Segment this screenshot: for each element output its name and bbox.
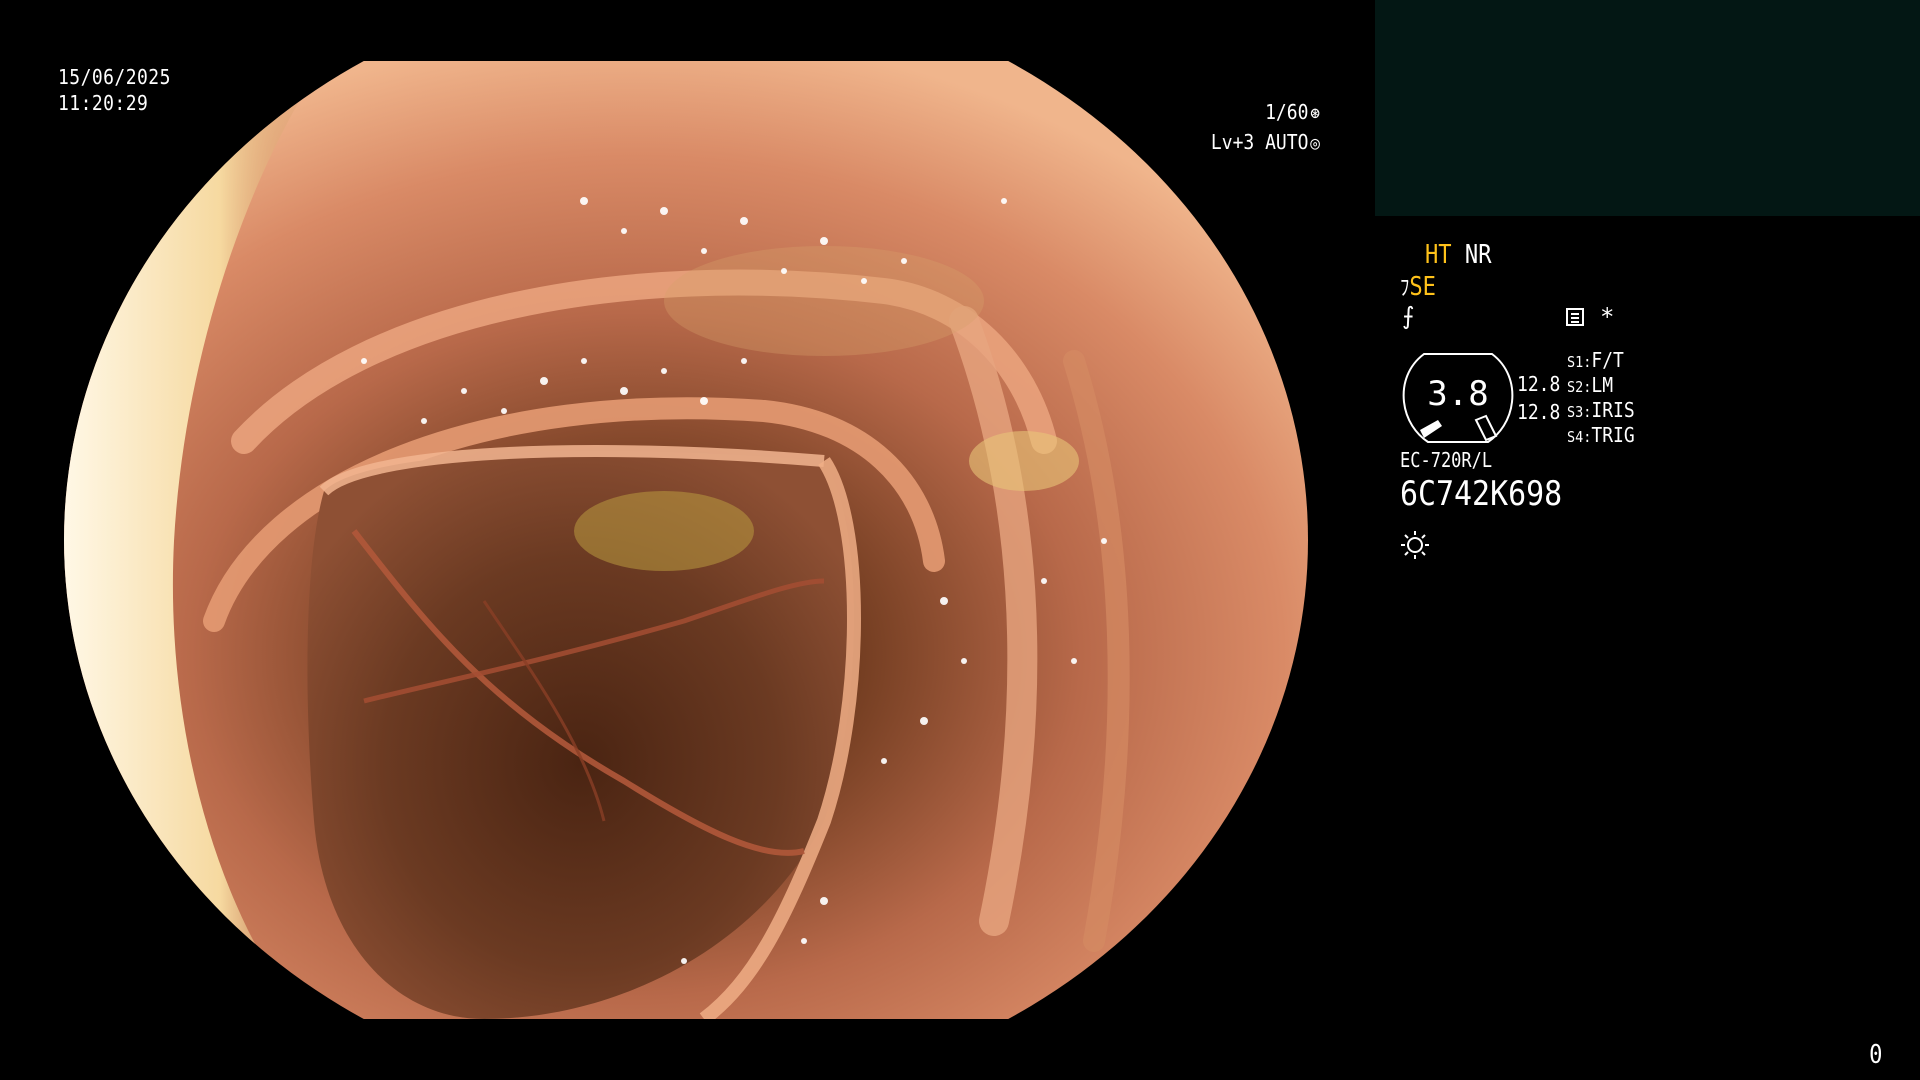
- mode-se-row: ﾌSE: [1400, 270, 1436, 302]
- image-counter: 0: [1869, 1040, 1883, 1070]
- status-panel: HT NR ﾌSE ⨍ * 3.8 12.8 12.8 S1:F/T S2:LM…: [1400, 240, 1860, 570]
- date-time: 15/06/2025 11:20:29: [58, 64, 171, 116]
- iris-icon: ◎: [1310, 133, 1320, 154]
- mode-ht: HT: [1425, 240, 1452, 270]
- secondary-panel: [1375, 0, 1920, 216]
- aperture-icon: ⊛: [1310, 103, 1320, 124]
- enhance-icon: ﾌ: [1400, 276, 1410, 301]
- mode-nr: NR: [1464, 240, 1492, 270]
- mode-se: SE: [1409, 272, 1436, 302]
- mode-ht-nr: HT NR: [1425, 240, 1492, 270]
- switch-s4: S4:TRIG: [1567, 423, 1635, 447]
- endoscope-image: [64, 61, 1308, 1019]
- brightness-level: Lv+3 AUTO: [1210, 130, 1309, 154]
- shutter-speed: 1/60: [1265, 100, 1309, 124]
- date-label: 15/06/2025: [58, 65, 171, 89]
- gauge-value: 3.8: [1427, 374, 1489, 414]
- scope-serial: 6C742K698: [1400, 474, 1563, 514]
- asterisk-mark: *: [1600, 303, 1615, 331]
- time-label: 11:20:29: [58, 91, 149, 115]
- switch-s3: S3:IRIS: [1567, 398, 1635, 422]
- scope-model: EC-720R/L: [1400, 448, 1493, 472]
- endoscopy-monitor: 15/06/2025 11:20:29 1/60⊛ Lv+3 AUTO◎ HT …: [0, 0, 1920, 1080]
- exposure-readout: 1/60⊛ Lv+3 AUTO◎: [1167, 98, 1320, 158]
- light-source-icon: [1401, 531, 1429, 559]
- switch-s1: S1:F/T: [1567, 348, 1624, 372]
- gauge-side-top: 12.8: [1517, 372, 1561, 396]
- menu-icon: [1566, 308, 1584, 326]
- color-mode-icon: ⨍: [1402, 302, 1415, 330]
- switch-s2: S2:LM: [1567, 373, 1614, 397]
- gauge-side-bottom: 12.8: [1517, 400, 1561, 424]
